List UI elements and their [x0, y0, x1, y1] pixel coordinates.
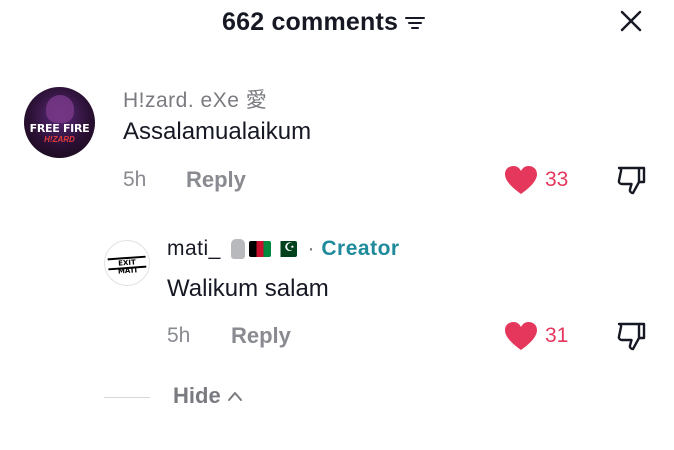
comments-count-title: 662 comments	[222, 8, 399, 36]
avatar-text: FREE FIRE	[29, 122, 90, 135]
reply-time: 5h	[167, 324, 191, 347]
like-count: 33	[545, 168, 569, 191]
thumbs-down-icon	[617, 166, 646, 195]
header-title-group[interactable]: 662 comments	[222, 8, 426, 37]
avatar-text: EXIT MATI	[107, 255, 147, 276]
comment-text[interactable]: Assalamualaikum	[123, 118, 311, 146]
sort-icon[interactable]	[404, 12, 426, 34]
avatar-subtext: H!ZARD	[44, 135, 75, 144]
emoji-flags	[231, 239, 301, 260]
afghanistan-flag-icon	[249, 241, 272, 258]
avatar-figure	[46, 95, 74, 123]
reply-username: mati_	[167, 237, 221, 260]
like-button[interactable]: 31	[504, 321, 568, 351]
reply-button[interactable]: Reply	[186, 167, 246, 193]
thumbs-down-icon	[617, 322, 646, 351]
comment-time: 5h	[123, 168, 147, 191]
avatar[interactable]: FREE FIRE H!ZARD	[24, 87, 95, 158]
creator-badge: Creator	[321, 237, 400, 260]
avatar[interactable]: EXIT MATI	[104, 240, 150, 286]
heart-icon	[505, 322, 537, 350]
dislike-button[interactable]	[614, 318, 648, 352]
heart-icon	[505, 166, 537, 194]
close-icon	[620, 10, 642, 32]
reply-button[interactable]: Reply	[231, 323, 291, 349]
pakistan-flag-icon	[275, 241, 298, 258]
dislike-button[interactable]	[614, 162, 648, 196]
reply-text[interactable]: Walikum salam	[167, 275, 329, 303]
moai-icon	[231, 239, 246, 260]
creator-separator: ·	[307, 237, 316, 260]
divider	[104, 397, 150, 398]
comments-header: 662 comments	[0, 0, 674, 44]
like-button[interactable]: 33	[504, 165, 568, 195]
close-button[interactable]	[617, 7, 645, 35]
reply-username-row[interactable]: mati_ · Creator	[167, 237, 400, 261]
hide-label: Hide	[173, 383, 221, 408]
comment-username[interactable]: H!zard. eXe 愛	[123, 84, 267, 114]
like-count: 31	[545, 324, 569, 347]
hide-replies-button[interactable]: Hide	[173, 383, 243, 409]
chevron-up-icon	[227, 392, 242, 401]
